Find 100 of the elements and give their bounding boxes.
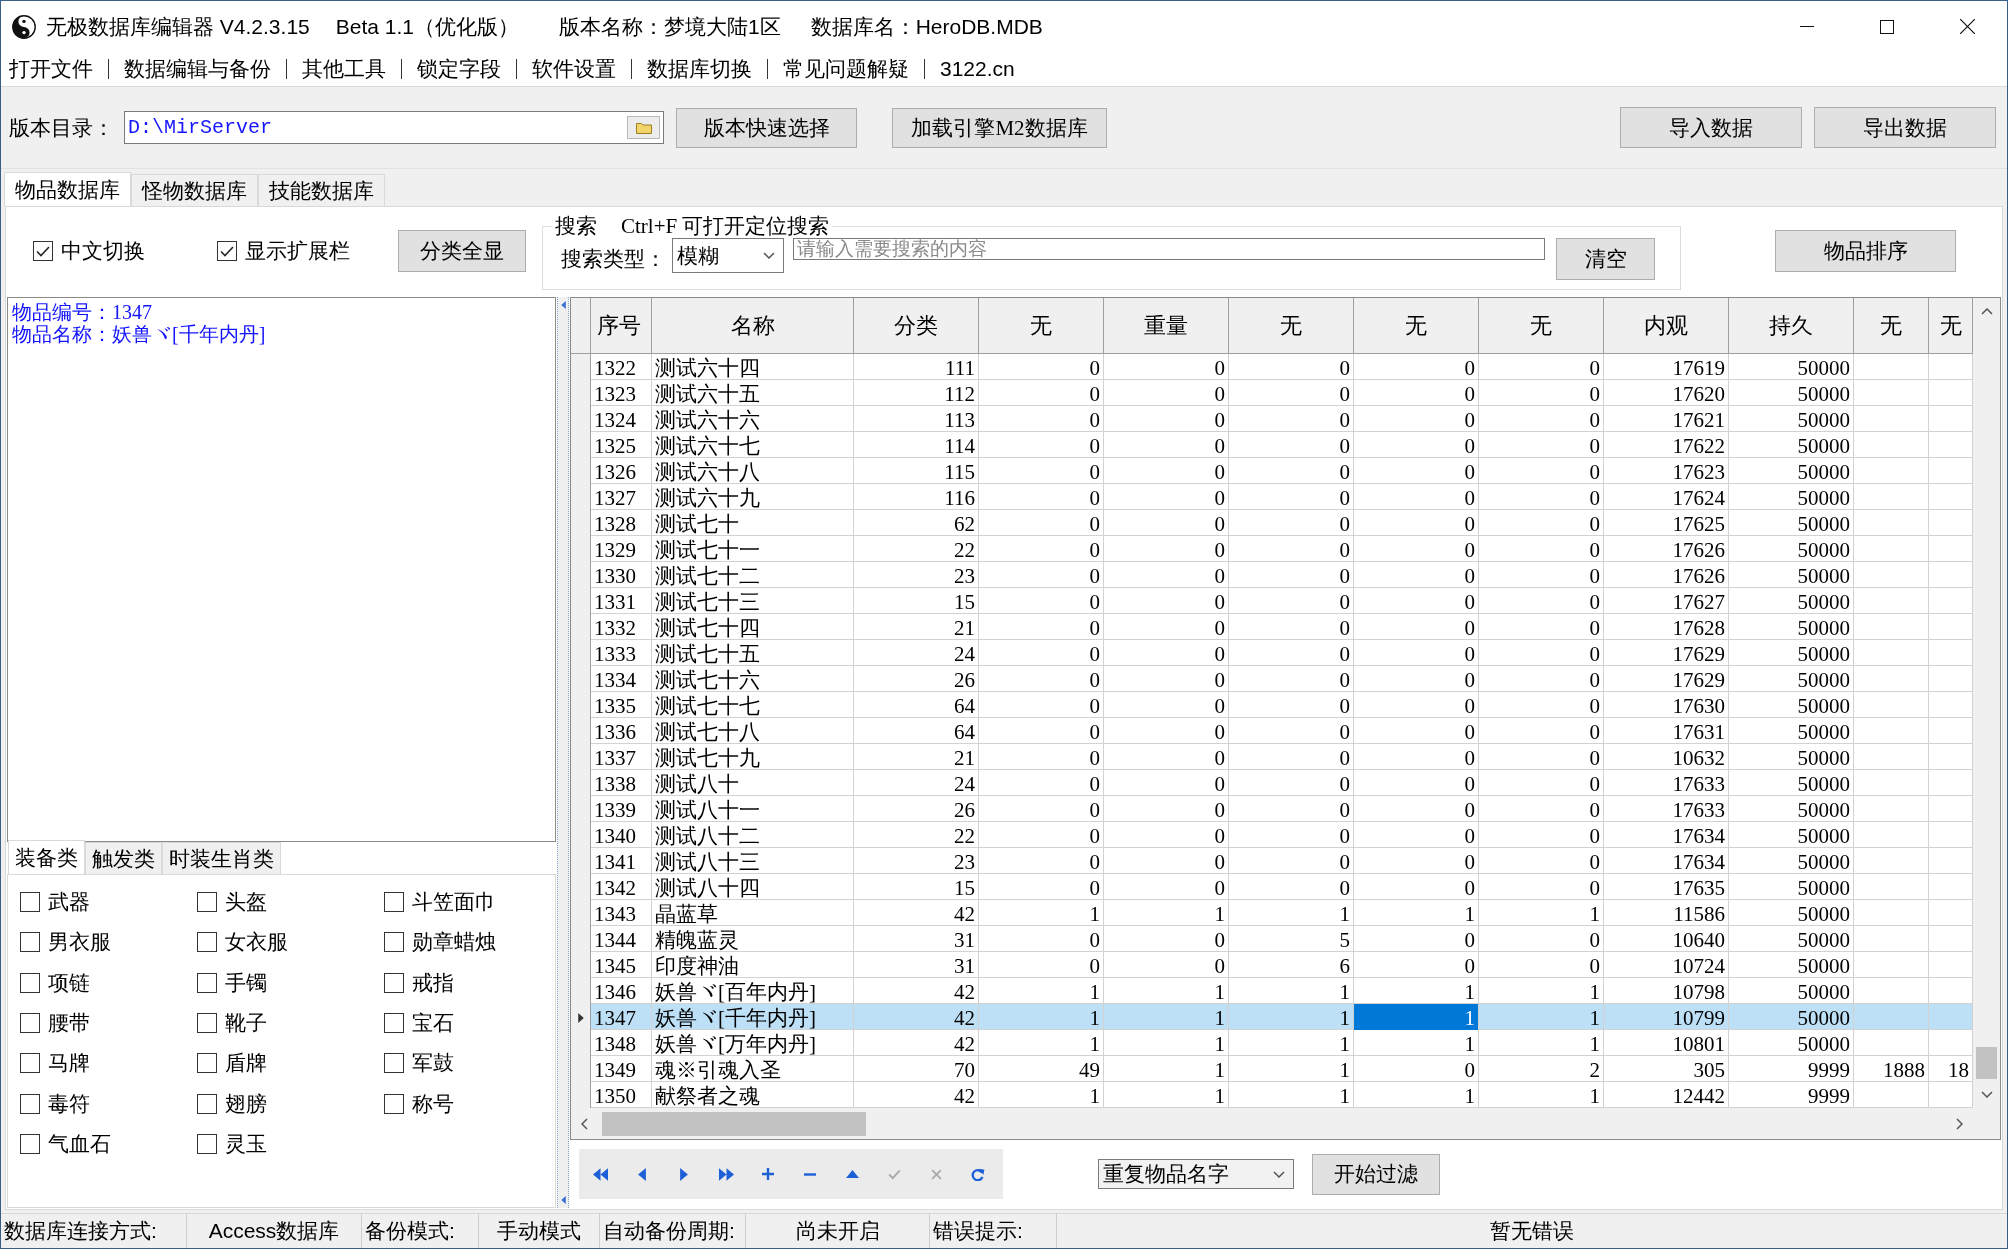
checkbox[interactable] — [197, 1053, 217, 1074]
scroll-thumb[interactable] — [602, 1111, 866, 1136]
checkbox[interactable] — [217, 241, 237, 261]
double-left-arrow-icon — [592, 1167, 608, 1181]
table-row[interactable]: 1339 测试八十一 26 0 0 0 0 0 17633 50000 — [571, 796, 1973, 822]
minimize-icon — [1800, 26, 1814, 27]
folder-icon — [635, 121, 652, 134]
column-header[interactable]: 名称 — [652, 298, 854, 353]
table-row[interactable]: 1345 印度神油 31 0 0 6 0 0 10724 50000 — [571, 952, 1973, 978]
checkbox[interactable] — [197, 1133, 217, 1154]
table-row[interactable]: 1342 测试八十四 15 0 0 0 0 0 17635 50000 — [571, 874, 1973, 900]
table-row[interactable]: 1333 测试七十五 24 0 0 0 0 0 17629 50000 — [571, 640, 1973, 666]
menu-item[interactable]: 软件设置 — [532, 54, 616, 84]
tab[interactable]: 触发类 — [85, 842, 162, 874]
column-header[interactable]: 序号 — [591, 298, 652, 353]
checkbox[interactable] — [384, 1093, 404, 1114]
column-header[interactable]: 无 — [1479, 298, 1604, 353]
table-row[interactable]: 1332 测试七十四 21 0 0 0 0 0 17628 50000 — [571, 614, 1973, 640]
table-row[interactable]: 1327 测试六十九 116 0 0 0 0 0 17624 50000 — [571, 484, 1973, 510]
toolbar-button[interactable]: 版本快速选择 — [676, 107, 857, 148]
checkbox[interactable] — [20, 1093, 40, 1114]
table-row[interactable]: 1350 献祭者之魂 42 1 1 1 1 1 12442 9999 — [571, 1082, 1973, 1108]
tab[interactable]: 技能数据库 — [258, 174, 385, 206]
table-row[interactable]: 1344 精魄蓝灵 31 0 0 5 0 0 10640 50000 — [571, 926, 1973, 952]
menu-item[interactable]: 打开文件 — [9, 54, 93, 84]
column-header[interactable]: 分类 — [854, 298, 979, 353]
table-row[interactable]: 1343 晶蓝草 42 1 1 1 1 1 11586 50000 — [571, 900, 1973, 926]
table-row[interactable]: 1337 测试七十九 21 0 0 0 0 0 10632 50000 — [571, 744, 1973, 770]
checkbox[interactable] — [384, 972, 404, 993]
table-row[interactable]: 1329 测试七十一 22 0 0 0 0 0 17626 50000 — [571, 536, 1973, 562]
checkbox[interactable] — [197, 972, 217, 993]
chevron-left-icon — [581, 1117, 588, 1130]
data-button[interactable]: 导出数据 — [1814, 107, 1996, 148]
column-header[interactable]: 重量 — [1104, 298, 1229, 353]
checkbox[interactable] — [197, 1093, 217, 1114]
table-row[interactable]: 1341 测试八十三 23 0 0 0 0 0 17634 50000 — [571, 848, 1973, 874]
up-triangle-icon — [845, 1170, 859, 1178]
browse-button[interactable] — [627, 116, 660, 139]
column-header[interactable]: 无 — [1354, 298, 1479, 353]
table-row[interactable]: 1330 测试七十二 23 0 0 0 0 0 17626 50000 — [571, 562, 1973, 588]
filter-button[interactable]: 开始过滤 — [1312, 1153, 1440, 1195]
table-row[interactable]: 1340 测试八十二 22 0 0 0 0 0 17634 50000 — [571, 822, 1973, 848]
menu-item[interactable]: 数据库切换 — [647, 54, 752, 84]
column-header[interactable]: 无 — [1229, 298, 1354, 353]
menu-item[interactable]: 其他工具 — [302, 54, 386, 84]
checkbox[interactable] — [20, 932, 40, 953]
table-row[interactable]: 1331 测试七十三 15 0 0 0 0 0 17627 50000 — [571, 588, 1973, 614]
table-row[interactable]: 1322 测试六十四 111 0 0 0 0 0 17619 50000 — [571, 354, 1973, 380]
column-header[interactable]: 内观 — [1604, 298, 1729, 353]
checkbox[interactable] — [20, 1013, 40, 1034]
data-button[interactable]: 导入数据 — [1620, 107, 1802, 148]
sort-button[interactable]: 物品排序 — [1775, 230, 1956, 272]
checkbox[interactable] — [20, 892, 40, 913]
column-header[interactable]: 无 — [979, 298, 1104, 353]
table-row[interactable]: 1335 测试七十七 64 0 0 0 0 0 17630 50000 — [571, 692, 1973, 718]
checkbox[interactable] — [20, 1133, 40, 1154]
table-row[interactable]: 1347 妖兽ヾ[千年内丹] 42 1 1 1 1 1 10799 50000 — [571, 1004, 1973, 1030]
left-triangle-icon — [560, 301, 566, 309]
table-row[interactable]: 1326 测试六十八 115 0 0 0 0 0 17623 50000 — [571, 458, 1973, 484]
filter-select[interactable]: 重复物品名字 — [1098, 1159, 1294, 1189]
checkbox[interactable] — [197, 1013, 217, 1034]
path-field[interactable]: D:\MirServer — [124, 111, 664, 144]
checkbox[interactable] — [384, 892, 404, 913]
tab[interactable]: 时装生肖类 — [162, 842, 281, 874]
checkbox[interactable] — [384, 1013, 404, 1034]
menu-item[interactable]: 常见问题解疑 — [783, 54, 909, 84]
table-row[interactable]: 1323 测试六十五 112 0 0 0 0 0 17620 50000 — [571, 380, 1973, 406]
checkbox[interactable] — [197, 932, 217, 953]
yin-yang-icon — [12, 14, 36, 39]
show-all-button[interactable]: 分类全显 — [398, 230, 526, 272]
toolbar-button[interactable]: 加载引擎M2数据库 — [892, 107, 1107, 148]
table-row[interactable]: 1334 测试七十六 26 0 0 0 0 0 17629 50000 — [571, 666, 1973, 692]
checkbox[interactable] — [20, 1053, 40, 1074]
scroll-thumb[interactable] — [1976, 1047, 1997, 1079]
table-row[interactable]: 1324 测试六十六 113 0 0 0 0 0 17621 50000 — [571, 406, 1973, 432]
menu-item[interactable]: 锁定字段 — [417, 54, 501, 84]
tab[interactable]: 物品数据库 — [4, 172, 131, 206]
menu-item[interactable]: 数据编辑与备份 — [124, 54, 271, 84]
menu-item[interactable]: 3122.cn — [940, 54, 1015, 84]
splitter-handle[interactable] — [557, 297, 569, 1208]
checkbox-label: 显示扩展栏 — [245, 238, 350, 265]
table-row[interactable]: 1325 测试六十七 114 0 0 0 0 0 17622 50000 — [571, 432, 1973, 458]
table-row[interactable]: 1349 魂※引魂入圣 70 49 1 1 0 2 305 9999 1888 18 — [571, 1056, 1973, 1082]
tab[interactable]: 怪物数据库 — [131, 174, 258, 206]
checkbox[interactable] — [20, 972, 40, 993]
search-field[interactable]: 请输入需要搜索的内容 — [793, 238, 1545, 260]
table-row[interactable]: 1346 妖兽ヾ[百年内丹] 42 1 1 1 1 1 10798 50000 — [571, 978, 1973, 1004]
table-row[interactable]: 1338 测试八十 24 0 0 0 0 0 17633 50000 — [571, 770, 1973, 796]
checkbox[interactable] — [197, 892, 217, 913]
table-row[interactable]: 1336 测试七十八 64 0 0 0 0 0 17631 50000 — [571, 718, 1973, 744]
tab[interactable]: 装备类 — [8, 840, 85, 874]
column-header[interactable]: 无 — [1854, 298, 1929, 353]
search-type-select[interactable]: 模糊 — [672, 238, 784, 273]
checkbox[interactable] — [384, 1053, 404, 1074]
column-header[interactable]: 持久 — [1729, 298, 1854, 353]
clear-button[interactable]: 清空 — [1556, 238, 1655, 280]
checkbox[interactable] — [33, 241, 53, 261]
checkbox[interactable] — [384, 932, 404, 953]
table-row[interactable]: 1348 妖兽ヾ[万年内丹] 42 1 1 1 1 1 10801 50000 — [571, 1030, 1973, 1056]
table-row[interactable]: 1328 测试七十 62 0 0 0 0 0 17625 50000 — [571, 510, 1973, 536]
